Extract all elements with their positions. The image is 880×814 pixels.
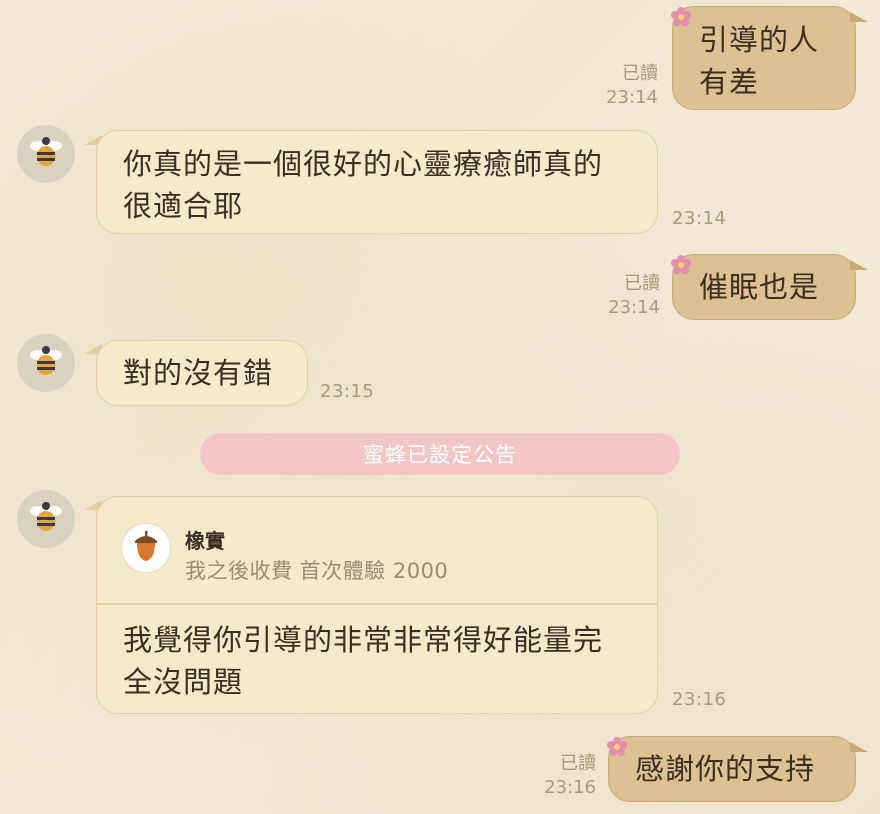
message-text: 引導的人 有差 (699, 23, 820, 99)
message-bubble-outgoing[interactable]: 催眠也是 (672, 254, 856, 320)
message-bubble-incoming[interactable]: 你真的是一個很好的心靈療癒師真的 很適合耶 (96, 130, 658, 234)
message-bubble[interactable]: 引導的人 有差 (672, 6, 856, 110)
sender-avatar[interactable] (17, 490, 75, 548)
read-status: 已讀 23:14 (606, 63, 658, 108)
flower-icon (606, 736, 628, 762)
sender-avatar[interactable] (17, 125, 75, 183)
bee-icon (26, 341, 66, 385)
announcement-text: 蜜蜂已設定公告 (363, 443, 517, 467)
read-status: 已讀 23:14 (608, 273, 660, 318)
quote-message-text: 我之後收費 首次體驗 2000 (185, 559, 449, 583)
acorn-icon (131, 529, 161, 567)
message-time: 23:14 (672, 208, 727, 229)
quote-avatar (121, 523, 171, 573)
message-bubble-outgoing[interactable]: 感謝你的支持 (608, 736, 856, 802)
bubble-tail (850, 260, 868, 270)
flower-icon (670, 6, 692, 32)
message-bubble-incoming[interactable]: 對的沒有錯 (96, 340, 308, 406)
message-text: 你真的是一個很好的心靈療癒師真的 很適合耶 (123, 147, 604, 223)
sender-avatar[interactable] (17, 334, 75, 392)
announcement-banner[interactable]: 蜜蜂已設定公告 (200, 433, 680, 475)
message-time: 23:15 (320, 381, 375, 402)
message-bubble-reply[interactable]: 橡實 我之後收費 首次體驗 2000 我覺得你引導的非常非常得好能量完 全沒問題 (96, 496, 658, 714)
message-text: 感謝你的支持 (635, 752, 816, 786)
message-text: 對的沒有錯 (123, 356, 274, 390)
message-text: 我覺得你引導的非常非常得好能量完 全沒問題 (123, 623, 604, 699)
message-text: 催眠也是 (699, 270, 820, 304)
message-time: 23:16 (672, 689, 727, 710)
bee-icon (26, 497, 66, 541)
message-outgoing[interactable]: 已讀 23:14 引導的人 有差 (560, 6, 870, 110)
quote-sender-name: 橡實 (185, 529, 225, 553)
bubble-tail (850, 742, 868, 752)
flower-icon (670, 254, 692, 280)
bee-icon (26, 132, 66, 176)
bubble-tail (850, 12, 868, 22)
read-status: 已讀 23:16 (544, 753, 596, 798)
quote-divider (97, 603, 657, 605)
